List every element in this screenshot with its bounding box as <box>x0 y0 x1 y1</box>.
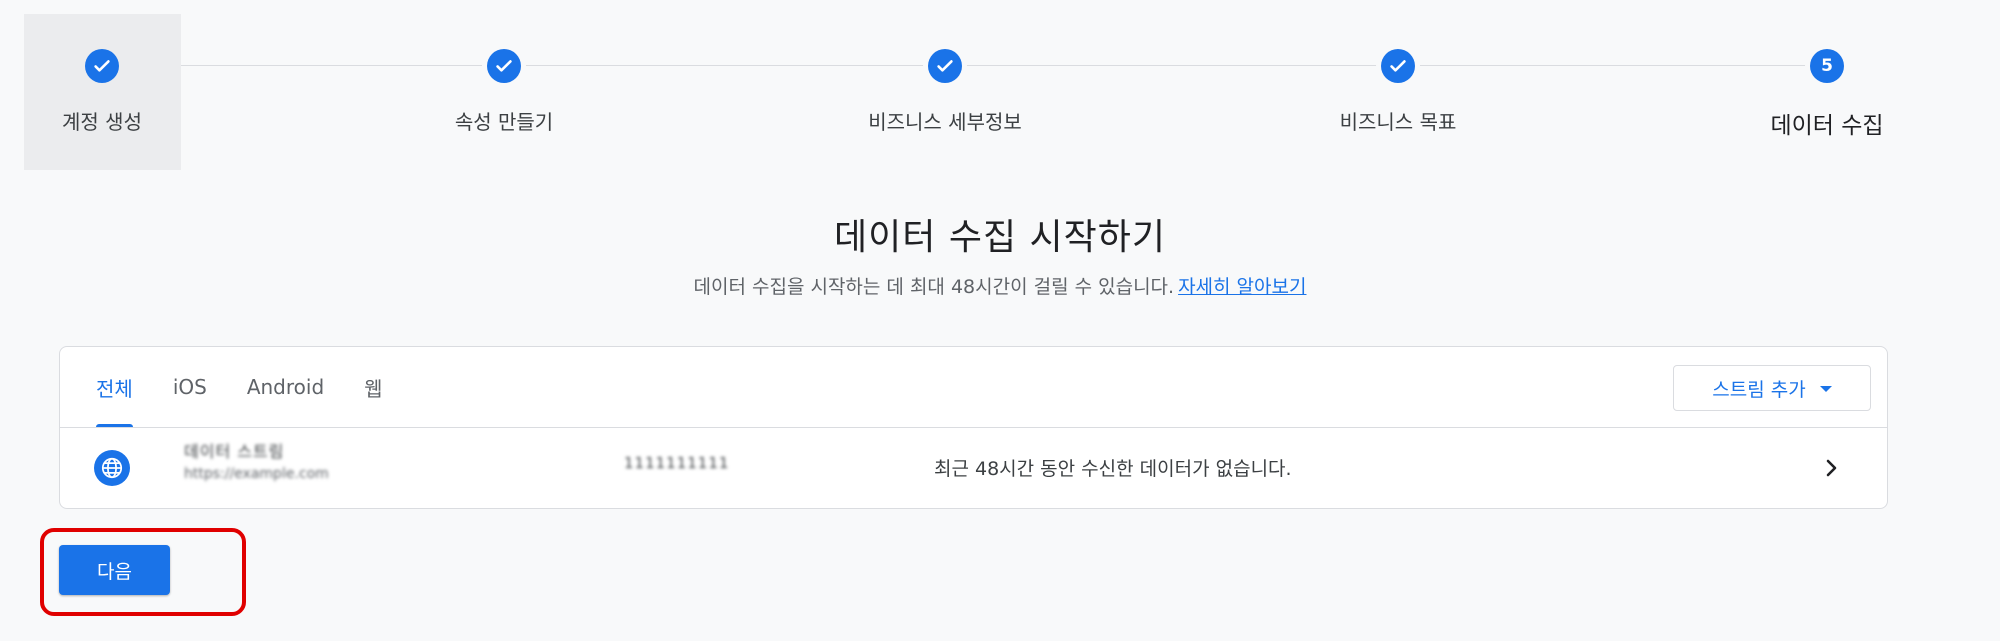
stream-status: 최근 48시간 동안 수신한 데이터가 없습니다. <box>934 458 1292 480</box>
add-stream-label: 스트림 추가 <box>1712 378 1806 401</box>
page-subtitle: 데이터 수집을 시작하는 데 최대 48시간이 걸릴 수 있습니다. 자세히 알아… <box>0 272 2000 299</box>
tab-ios[interactable]: iOS <box>153 347 227 427</box>
data-streams-card: 전체 iOS Android 웹 스트림 추가 데이터 스트림 https://… <box>59 346 1888 509</box>
tab-all[interactable]: 전체 <box>76 347 153 428</box>
check-icon <box>487 49 521 83</box>
step-business-details[interactable]: 비즈니스 세부정보 <box>825 0 1065 135</box>
step-account-creation[interactable]: 계정 생성 <box>0 0 222 170</box>
step-label: 계정 생성 <box>62 110 142 134</box>
page-title: 데이터 수집 시작하기 <box>834 217 1166 258</box>
step-label: 비즈니스 세부정보 <box>868 110 1022 134</box>
check-icon <box>928 49 962 83</box>
check-icon <box>85 49 119 83</box>
step-data-collection[interactable]: 5 데이터 수집 <box>1707 0 1947 140</box>
tab-web[interactable]: 웹 <box>344 347 402 427</box>
learn-more-link[interactable]: 자세히 알아보기 <box>1178 276 1306 298</box>
stream-row[interactable]: 데이터 스트림 https://example.com 1111111111 최… <box>60 428 1887 508</box>
stream-id: 1111111111 <box>624 454 730 472</box>
page: 계정 생성 속성 만들기 비즈니스 세부정보 비즈니스 목표 5 데이터 수집 … <box>0 0 2000 641</box>
step-number: 5 <box>1810 49 1844 83</box>
add-stream-button[interactable]: 스트림 추가 <box>1673 365 1871 411</box>
tab-android[interactable]: Android <box>227 347 344 427</box>
stepper: 계정 생성 속성 만들기 비즈니스 세부정보 비즈니스 목표 5 데이터 수집 <box>0 0 2000 180</box>
check-icon <box>1381 49 1415 83</box>
step-label: 데이터 수집 <box>1770 113 1884 139</box>
step-business-goals[interactable]: 비즈니스 목표 <box>1278 0 1518 135</box>
stream-tabs: 전체 iOS Android 웹 <box>60 347 403 428</box>
step-label: 비즈니스 목표 <box>1339 110 1457 134</box>
globe-icon <box>94 450 130 486</box>
step-label: 속성 만들기 <box>454 110 554 134</box>
step-active-highlight <box>24 14 181 170</box>
caret-down-icon <box>1819 386 1832 392</box>
chevron-right-icon[interactable] <box>1819 456 1843 480</box>
subtitle-text: 데이터 수집을 시작하는 데 최대 48시간이 걸릴 수 있습니다. <box>693 276 1175 298</box>
step-create-property[interactable]: 속성 만들기 <box>384 0 624 135</box>
stream-name: 데이터 스트림 <box>184 442 285 461</box>
stream-url: https://example.com <box>184 466 329 482</box>
next-button[interactable]: 다음 <box>59 545 170 595</box>
